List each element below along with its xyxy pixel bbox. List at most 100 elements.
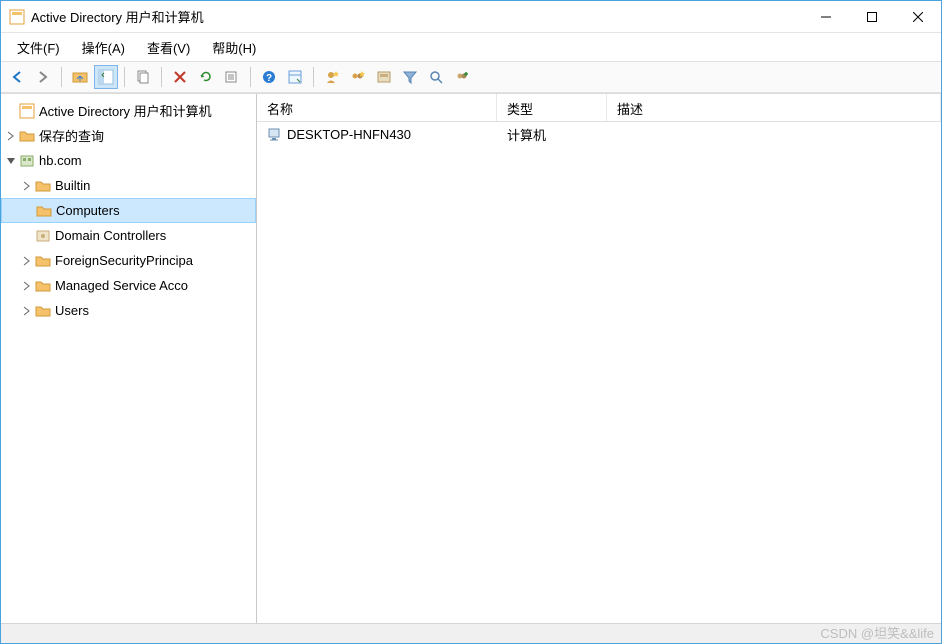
tree-computers[interactable]: Computers — [1, 198, 256, 223]
list-pane: 名称 类型 描述 DESKTOP-HNFN430 计算机 — [257, 94, 941, 623]
window-title: Active Directory 用户和计算机 — [31, 7, 803, 26]
toolbar-separator — [61, 67, 62, 87]
tree-pane[interactable]: Active Directory 用户和计算机 保存的查询 hb.com Bui… — [1, 94, 257, 623]
ou-icon — [376, 69, 392, 85]
export-button[interactable] — [220, 65, 244, 89]
blank-expander — [19, 228, 35, 244]
tree-builtin[interactable]: Builtin — [1, 173, 256, 198]
help-icon: ? — [261, 69, 277, 85]
computer-icon — [267, 126, 283, 142]
col-name[interactable]: 名称 — [257, 94, 497, 121]
statusbar — [1, 623, 941, 643]
list-rows[interactable]: DESKTOP-HNFN430 计算机 — [257, 122, 941, 623]
tree-fsp[interactable]: ForeignSecurityPrincipa — [1, 248, 256, 273]
expand-icon[interactable] — [3, 128, 19, 144]
folder-up-icon — [72, 69, 88, 85]
toolbar-separator — [250, 67, 251, 87]
watermark: CSDN @坦笑&&life — [820, 623, 934, 642]
add-query-button[interactable] — [450, 65, 474, 89]
tree-root-label: Active Directory 用户和计算机 — [39, 101, 212, 120]
delete-button[interactable] — [168, 65, 192, 89]
folder-icon — [35, 278, 51, 294]
new-group-button[interactable] — [346, 65, 370, 89]
folder-icon — [35, 303, 51, 319]
tree-pane-icon — [98, 69, 114, 85]
export-list-icon — [224, 69, 240, 85]
menu-file[interactable]: 文件(F) — [7, 34, 70, 61]
properties-button[interactable] — [283, 65, 307, 89]
col-description[interactable]: 描述 — [607, 94, 941, 121]
menubar: 文件(F) 操作(A) 查看(V) 帮助(H) — [1, 33, 941, 61]
expand-icon[interactable] — [19, 303, 35, 319]
titlebar: Active Directory 用户和计算机 — [1, 1, 941, 33]
app-icon — [19, 103, 35, 119]
toolbar-separator — [313, 67, 314, 87]
folder-icon — [35, 178, 51, 194]
tree-users[interactable]: Users — [1, 298, 256, 323]
tree-msa[interactable]: Managed Service Acco — [1, 273, 256, 298]
show-tree-button[interactable] — [94, 65, 118, 89]
folder-icon — [35, 253, 51, 269]
blank-expander — [3, 103, 19, 119]
expand-icon[interactable] — [19, 253, 35, 269]
row-name: DESKTOP-HNFN430 — [287, 127, 411, 142]
expand-icon[interactable] — [19, 278, 35, 294]
forward-button[interactable] — [31, 65, 55, 89]
domain-icon — [19, 153, 35, 169]
ou-icon — [35, 228, 51, 244]
filter-icon — [402, 69, 418, 85]
toolbar: ? — [1, 61, 941, 93]
close-button[interactable] — [895, 2, 941, 32]
toolbar-separator — [161, 67, 162, 87]
collapse-icon[interactable] — [3, 153, 19, 169]
col-type[interactable]: 类型 — [497, 94, 607, 121]
group-star-icon — [350, 69, 366, 85]
search-icon — [428, 69, 444, 85]
svg-text:?: ? — [266, 73, 272, 84]
new-user-button[interactable] — [320, 65, 344, 89]
list-header: 名称 类型 描述 — [257, 94, 941, 122]
tree-saved-queries[interactable]: 保存的查询 — [1, 123, 256, 148]
properties-icon — [287, 69, 303, 85]
menu-help[interactable]: 帮助(H) — [202, 34, 266, 61]
minimize-button[interactable] — [803, 2, 849, 32]
app-icon — [9, 9, 25, 25]
toolbar-separator — [124, 67, 125, 87]
folder-icon — [36, 203, 52, 219]
user-star-icon — [324, 69, 340, 85]
menu-action[interactable]: 操作(A) — [72, 34, 135, 61]
tree-domain-controllers[interactable]: Domain Controllers — [1, 223, 256, 248]
delete-icon — [172, 69, 188, 85]
blank-expander — [20, 203, 36, 219]
tree-msa-label: Managed Service Acco — [55, 278, 188, 293]
tree-users-label: Users — [55, 303, 89, 318]
find-button[interactable] — [424, 65, 448, 89]
maximize-button[interactable] — [849, 2, 895, 32]
copy-icon — [135, 69, 151, 85]
window-controls — [803, 2, 941, 32]
menu-view[interactable]: 查看(V) — [137, 34, 200, 61]
back-button[interactable] — [5, 65, 29, 89]
expand-icon[interactable] — [19, 178, 35, 194]
up-button[interactable] — [68, 65, 92, 89]
tree-domain[interactable]: hb.com — [1, 148, 256, 173]
folder-icon — [19, 128, 35, 144]
new-ou-button[interactable] — [372, 65, 396, 89]
tree-computers-label: Computers — [56, 203, 120, 218]
tree-builtin-label: Builtin — [55, 178, 90, 193]
list-row[interactable]: DESKTOP-HNFN430 计算机 — [257, 122, 941, 146]
tree-dc-label: Domain Controllers — [55, 228, 166, 243]
help-button[interactable]: ? — [257, 65, 281, 89]
app-window: Active Directory 用户和计算机 文件(F) 操作(A) 查看(V… — [0, 0, 942, 644]
filter-button[interactable] — [398, 65, 422, 89]
users-plus-icon — [454, 69, 470, 85]
arrow-left-icon — [9, 69, 25, 85]
row-type: 计算机 — [497, 125, 607, 144]
tree-fsp-label: ForeignSecurityPrincipa — [55, 253, 193, 268]
refresh-button[interactable] — [194, 65, 218, 89]
tree-domain-label: hb.com — [39, 153, 82, 168]
refresh-icon — [198, 69, 214, 85]
content-area: Active Directory 用户和计算机 保存的查询 hb.com Bui… — [1, 93, 941, 623]
tree-root[interactable]: Active Directory 用户和计算机 — [1, 98, 256, 123]
copy-button[interactable] — [131, 65, 155, 89]
